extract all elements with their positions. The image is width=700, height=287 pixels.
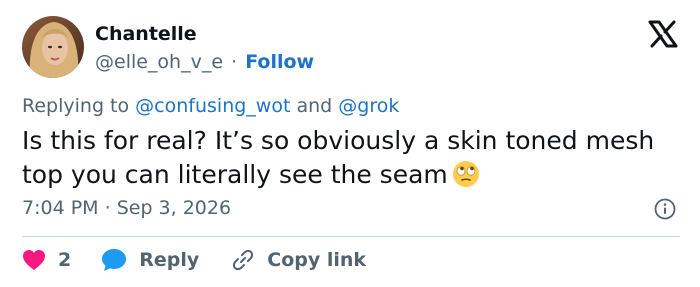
mention-link[interactable]: @confusing_wot: [135, 95, 290, 117]
author-handle-row: @elle_oh_v_e · Follow: [95, 50, 314, 74]
mention-link[interactable]: @grok: [338, 95, 399, 117]
author-handle[interactable]: @elle_oh_v_e: [95, 51, 223, 73]
reply-context: Replying to @confusing_wot and @grok: [22, 94, 399, 118]
link-icon: [233, 249, 254, 271]
action-bar: 2 Reply Copy link: [22, 247, 366, 273]
tweet-body: Is this for real? It’s so obviously a sk…: [22, 126, 655, 189]
separator-dot: ·: [231, 51, 238, 73]
tweet-date: Sep 3, 2026: [116, 197, 232, 219]
avatar[interactable]: [22, 16, 84, 78]
tweet-timestamp[interactable]: 7:04 PM · Sep 3, 2026: [22, 196, 231, 220]
follow-button[interactable]: Follow: [245, 51, 314, 73]
face-with-rolling-eyes-icon: [452, 161, 479, 187]
info-icon[interactable]: [654, 198, 676, 220]
reply-prefix: Replying to: [22, 95, 130, 117]
author-block: Chantelle @elle_oh_v_e · Follow: [95, 22, 314, 74]
heart-icon: [23, 250, 45, 270]
author-display-name[interactable]: Chantelle: [95, 22, 314, 46]
avatar-image: [22, 16, 84, 78]
copy-link-label: Copy link: [267, 249, 367, 271]
like-button[interactable]: 2: [22, 249, 71, 271]
reply-bubble-icon: [102, 249, 127, 271]
copy-link-button[interactable]: Copy link: [231, 248, 366, 272]
tweet-time: 7:04 PM: [22, 197, 99, 219]
reply-label: Reply: [139, 249, 200, 271]
reply-button[interactable]: Reply: [101, 248, 199, 272]
divider: [22, 236, 680, 237]
tweet-text: Is this for real? It’s so obviously a sk…: [22, 124, 682, 192]
reply-conjunction: and: [296, 95, 333, 117]
separator-dot: ·: [104, 197, 111, 219]
x-logo-icon[interactable]: [648, 20, 678, 48]
like-count: 2: [58, 249, 72, 271]
